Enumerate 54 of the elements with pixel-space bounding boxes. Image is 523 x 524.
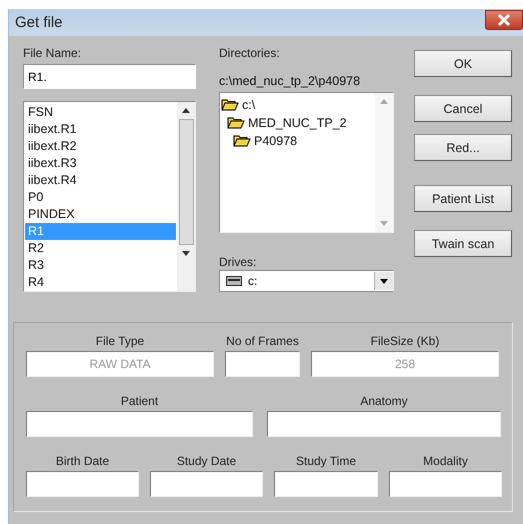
field-value: RAW DATA [89,357,151,371]
folder-item[interactable]: MED_NUC_TP_2 [248,116,347,130]
folder-icon [233,134,251,146]
scroll-up-icon[interactable] [182,108,190,113]
file-list-item[interactable]: R3 [25,257,176,274]
folder-item[interactable]: c:\ [242,98,256,112]
caret-icon [380,278,388,284]
dialog-button[interactable]: Twain scan [414,230,512,257]
field-label: No of Frames [226,333,299,350]
folder-item[interactable]: P40978 [254,134,298,148]
info-field[interactable] [274,471,378,497]
window-title: Get file [14,14,63,31]
file-list-item[interactable]: R2 [25,240,176,257]
field-label: Study Time [296,453,356,470]
field-label: File Name: [23,46,82,62]
info-field[interactable] [150,471,263,497]
drive-icon [226,276,242,286]
field-label: Patient [120,393,158,410]
field-label: Modality [423,453,468,470]
info-field[interactable] [26,471,139,497]
close-icon [497,14,511,26]
dialog-button[interactable]: OK [414,50,512,77]
file-list-item[interactable]: iibext.R4 [25,172,176,189]
scroll-down-icon[interactable] [182,251,190,256]
field-value: 258 [394,357,416,371]
file-list-item[interactable]: P0 [25,189,176,206]
directory-path: c:\med_nuc_tp_2\p40978 [219,74,362,90]
file-name-field[interactable]: R1. [23,64,196,89]
folder-icon [221,98,239,110]
dialog-button[interactable]: Red... [414,134,512,161]
file-list-item[interactable]: iibext.R3 [25,155,176,172]
file-list-item[interactable]: PINDEX [25,206,176,223]
drive-dropdown[interactable]: c: [219,270,394,292]
field-label: Drives: [219,255,258,271]
info-field[interactable] [267,411,501,437]
dialog-button[interactable]: Cancel [414,95,512,122]
scrollbar[interactable] [177,102,195,291]
field-label: Study Date [176,453,236,470]
field-label: FileSize (Kb) [370,333,440,350]
file-list-item[interactable]: iibext.R2 [25,138,176,155]
field-label: Anatomy [360,393,408,410]
info-field[interactable] [225,351,300,377]
file-list-item[interactable]: R4 [25,274,176,291]
dialog-button[interactable]: Patient List [414,185,512,212]
file-list-item[interactable]: FSN [25,104,176,121]
drive-value: c: [248,274,258,288]
close-button[interactable] [485,10,523,30]
field-label: Birth Date [56,453,110,470]
info-field[interactable] [389,471,502,497]
info-field[interactable] [26,411,253,437]
folder-icon [227,116,245,128]
field-label: File Type [96,333,144,350]
field-label: Directories: [219,46,281,62]
file-list-item[interactable]: iibext.R1 [25,121,176,138]
